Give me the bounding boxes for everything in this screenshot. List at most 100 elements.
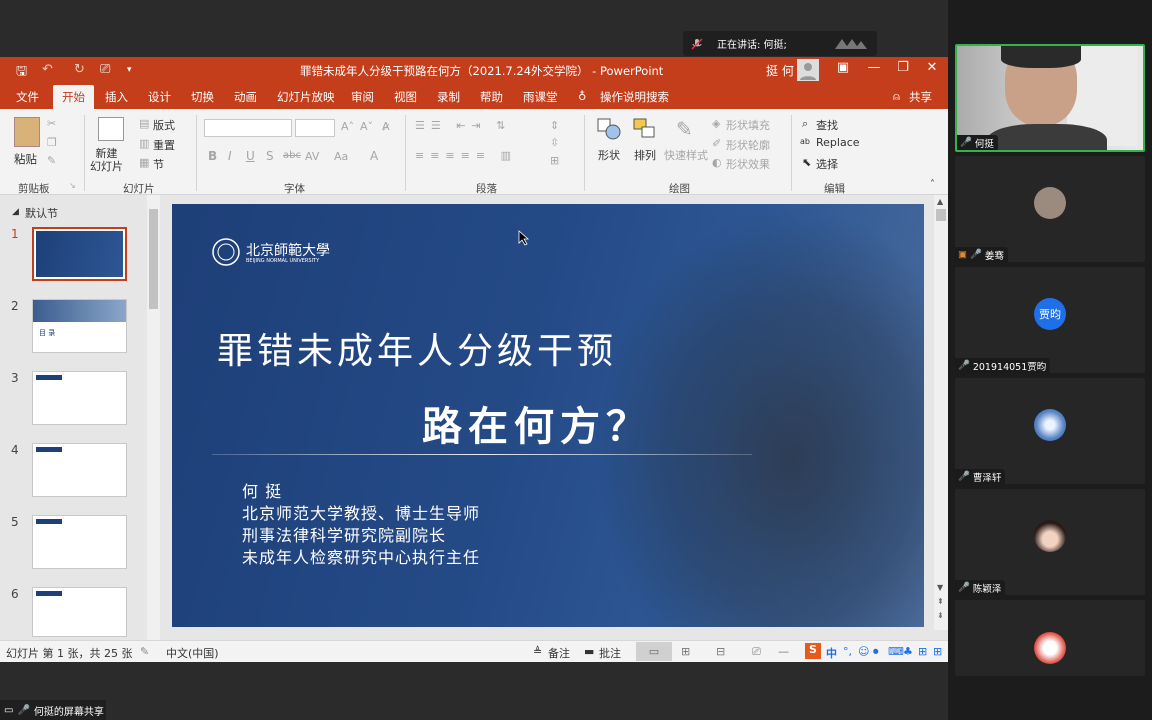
slide-thumbnail-3[interactable] [32, 371, 127, 425]
font-name-input[interactable] [204, 119, 292, 137]
copy-icon[interactable]: ❐ [47, 136, 57, 149]
tab-help[interactable]: 帮助 [480, 89, 503, 105]
shadow-icon[interactable]: S [266, 149, 274, 163]
tab-rainclassroom[interactable]: 雨课堂 [523, 89, 558, 105]
slide-thumbnail-5[interactable] [32, 515, 127, 569]
tab-view[interactable]: 视图 [394, 89, 417, 105]
undo-icon[interactable]: ↶ [42, 62, 53, 77]
shapes-button[interactable]: 形状 [598, 147, 620, 163]
account-name[interactable]: 挺 何 [766, 62, 794, 79]
format-painter-icon[interactable]: ✎ [47, 154, 56, 167]
change-case-icon[interactable]: Aa [334, 150, 348, 163]
ime-logo-icon[interactable]: S [805, 643, 821, 659]
italic-icon[interactable]: I [228, 149, 232, 163]
normal-view-icon[interactable]: ▭ [636, 642, 672, 661]
scroll-down-icon[interactable]: ▼ [937, 583, 943, 592]
tab-slideshow[interactable]: 幻灯片放映 [277, 89, 335, 105]
participant-tile[interactable]: 🎤 陈颖泽 [955, 489, 1145, 595]
slide-thumbnail-6[interactable] [32, 587, 127, 637]
bold-icon[interactable]: B [208, 149, 217, 163]
align-text-icon[interactable]: ⇳ [550, 136, 559, 149]
tab-insert[interactable]: 插入 [105, 89, 128, 105]
comments-button[interactable]: 批注 [599, 645, 621, 661]
scroll-up-icon[interactable]: ▲ [937, 197, 943, 206]
align-icons[interactable]: ≡≡≡≡≡ ▥ [415, 149, 517, 162]
minimize-icon[interactable]: — [863, 60, 885, 75]
tab-review[interactable]: 审阅 [351, 89, 374, 105]
new-slide-button[interactable]: 新建 幻灯片 [90, 147, 123, 173]
ribbon-display-icon[interactable]: ▣ [832, 60, 854, 75]
shape-outline-button[interactable]: 形状轮廓 [726, 137, 770, 153]
language-indicator[interactable]: 中文(中国) [166, 645, 219, 661]
quick-styles-button[interactable]: 快速样式 [664, 147, 708, 163]
arrange-button[interactable]: 排列 [634, 147, 656, 163]
participant-tile[interactable]: 🎤 曹泽轩 [955, 378, 1145, 484]
dialog-launcher-icon[interactable]: ↘ [69, 181, 76, 190]
screen-share-indicator[interactable]: ▭ 🎤 何挺的屏幕共享 [0, 700, 106, 720]
paste-button[interactable]: 粘贴 [14, 151, 37, 167]
restore-icon[interactable]: ❐ [892, 60, 914, 75]
ime-punct-icon[interactable]: °, [843, 645, 852, 658]
reset-button[interactable]: 重置 [153, 137, 175, 153]
slide-thumbnail-1[interactable] [32, 227, 127, 281]
participant-tile[interactable]: ▣ 🎤 姜骞 [955, 156, 1145, 262]
list-icons[interactable]: ☰☰ ⇤⇥ ⇅ [415, 119, 511, 132]
participant-tile[interactable]: 贾昀 🎤 201914051贾昀 [955, 267, 1145, 373]
share-button[interactable]: 共享 [909, 89, 932, 105]
ime-voice-icon[interactable]: ⏺ [873, 645, 879, 659]
current-slide[interactable]: 北京師範大學 BEIJING NORMAL UNIVERSITY 罪错未成年人分… [172, 204, 924, 627]
slide-thumbnail-2[interactable]: 目 录 [32, 299, 127, 353]
redo-icon[interactable]: ↻ [74, 62, 85, 77]
clear-format-icon[interactable]: A̷ [382, 120, 390, 133]
quick-styles-icon[interactable]: ✎ [676, 117, 693, 141]
grow-font-icon[interactable]: A˄ [341, 120, 354, 133]
strikethrough-icon[interactable]: abc [283, 150, 301, 161]
tell-me-search[interactable]: 操作说明搜索 [600, 89, 669, 105]
shape-effects-button[interactable]: 形状效果 [726, 156, 770, 172]
tab-transitions[interactable]: 切换 [191, 89, 214, 105]
slide-sorter-icon[interactable]: ⊞ [681, 645, 690, 658]
tab-animations[interactable]: 动画 [234, 89, 257, 105]
slideshow-view-icon[interactable]: ⎚ [752, 645, 761, 659]
close-icon[interactable]: ✕ [921, 60, 943, 75]
arrange-icon[interactable] [632, 117, 658, 141]
tab-file[interactable]: 文件 [16, 89, 39, 105]
reading-view-icon[interactable]: ⊟ [716, 645, 725, 658]
shapes-icon[interactable] [596, 117, 622, 141]
customize-qat-icon[interactable]: ▾ [127, 65, 132, 75]
text-direction-icon[interactable]: ⇕ [550, 119, 559, 132]
section-button[interactable]: 节 [153, 156, 164, 172]
smartart-icon[interactable]: ⊞ [550, 154, 559, 167]
font-size-input[interactable] [295, 119, 335, 137]
zoom-slider[interactable]: — [778, 645, 789, 658]
tab-home[interactable]: 开始 [53, 85, 94, 109]
notes-button[interactable]: 备注 [548, 645, 570, 661]
new-slide-icon[interactable] [98, 117, 124, 141]
shrink-font-icon[interactable]: A˅ [360, 120, 373, 133]
account-avatar[interactable] [797, 59, 819, 81]
char-spacing-icon[interactable]: AV [305, 150, 319, 163]
find-button[interactable]: 查找 [816, 117, 838, 133]
slide-thumbnail-4[interactable] [32, 443, 127, 497]
ime-skin-icon[interactable]: ♣ [903, 645, 913, 658]
share-icon[interactable]: ⍝ [893, 89, 900, 104]
paste-icon[interactable] [14, 117, 40, 147]
thumbnail-scrollbar[interactable] [147, 195, 160, 640]
ime-emoji-icon[interactable]: ☺ [858, 645, 869, 658]
previous-slide-icon[interactable]: ⇞ [937, 597, 944, 606]
ime-menu-icon[interactable]: ⊞ [933, 645, 942, 658]
shape-fill-button[interactable]: 形状填充 [726, 117, 770, 133]
ime-keyboard-icon[interactable]: ⌨ [888, 645, 904, 658]
cut-icon[interactable]: ✂ [47, 117, 56, 130]
ime-toolbox-icon[interactable]: ⊞ [918, 645, 927, 658]
ime-chinese-icon[interactable]: 中 [826, 645, 837, 661]
collapse-ribbon-icon[interactable]: ˄ [930, 179, 935, 190]
next-slide-icon[interactable]: ⇟ [937, 611, 944, 620]
font-color-icon[interactable]: A [370, 149, 378, 163]
layout-button[interactable]: 版式 [153, 117, 175, 133]
tab-record[interactable]: 录制 [437, 89, 460, 105]
slide-scrollbar[interactable]: ▲ ▼ ⇞ ⇟ [934, 195, 948, 630]
tab-design[interactable]: 设计 [148, 89, 171, 105]
collapse-section-icon[interactable]: ◢ [12, 207, 19, 217]
select-button[interactable]: 选择 [816, 156, 838, 172]
